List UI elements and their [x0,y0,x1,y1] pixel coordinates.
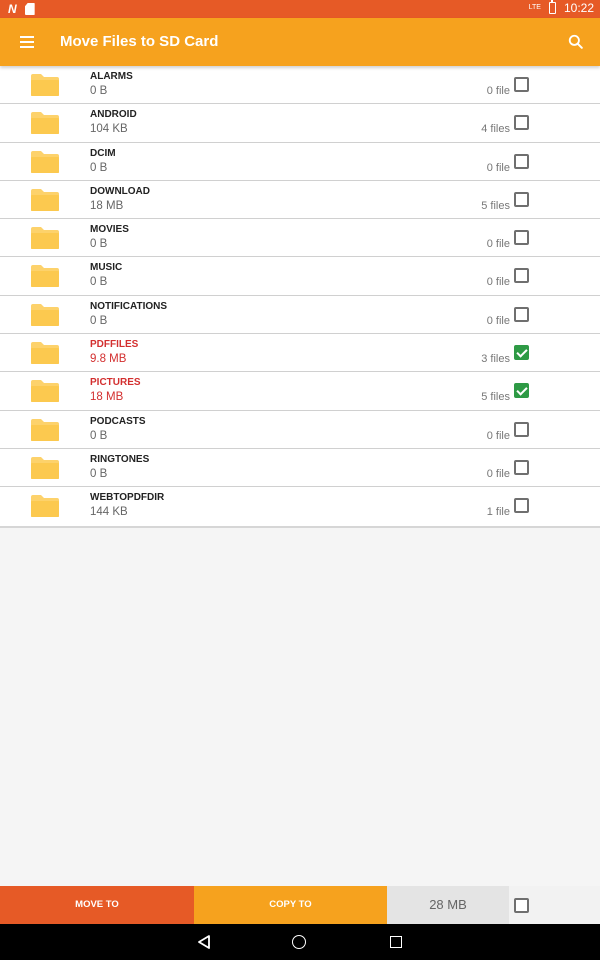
folder-size: 104 KB [90,123,128,136]
app-bar: Move Files to SD Card [0,18,600,66]
folder-icon [30,111,60,135]
folder-size: 9.8 MB [90,353,127,366]
folder-checkbox[interactable] [514,191,529,207]
folder-name: ANDROID [90,109,137,121]
folder-checkbox[interactable] [514,115,529,131]
file-count: 0 file [486,161,510,174]
file-count: 0 file [486,429,510,442]
app-title: Move Files to SD Card [60,33,219,50]
folder-checkbox[interactable] [514,498,529,514]
file-count: 0 file [486,467,510,480]
file-count: 5 files [481,199,510,212]
status-time: 10:22 [563,1,594,15]
folder-name: ALARMS [90,71,133,82]
folder-row[interactable]: PDFFILES 9.8 MB 3 files [0,334,600,373]
n-notification-icon: N [8,2,17,16]
folder-name: PODCASTS [90,415,146,427]
folder-name: DOWNLOAD [90,185,150,197]
file-count: 0 file [486,314,510,327]
home-icon[interactable] [292,935,306,949]
folder-name: RINGTONES [90,453,150,465]
system-nav-bar [0,924,600,960]
move-to-button[interactable]: MOVE TO [0,886,194,924]
folder-name: MUSIC [90,262,123,274]
folder-checkbox[interactable] [514,383,529,399]
folder-size: 0 B [90,85,108,97]
search-icon[interactable] [566,32,586,52]
folder-row[interactable]: WEBTOPDFDIR 144 KB 1 file [0,487,600,525]
file-count: 0 file [486,276,510,289]
folder-size: 18 MB [90,199,124,212]
folder-row[interactable]: ANDROID 104 KB 4 files [0,104,600,143]
file-count: 5 files [481,391,510,404]
folder-icon [30,150,60,174]
folder-name: WEBTOPDFDIR [90,492,165,504]
folder-icon [30,73,60,97]
folder-row[interactable]: RINGTONES 0 B 0 file [0,449,600,488]
folder-name: DCIM [90,147,116,159]
folder-checkbox[interactable] [514,268,529,284]
folder-name: MOVIES [90,224,129,236]
folder-icon [30,494,60,518]
file-count: 0 file [486,85,510,97]
folder-checkbox[interactable] [514,306,529,322]
folder-checkbox[interactable] [514,421,529,437]
file-count: 4 files [481,123,510,136]
folder-row[interactable]: MUSIC 0 B 0 file [0,257,600,296]
folder-icon [30,341,60,365]
file-count: 0 file [486,238,510,251]
folder-name: NOTIFICATIONS [90,300,168,312]
copy-to-button[interactable]: COPY TO [194,886,387,924]
hamburger-menu-icon[interactable] [14,31,40,53]
status-bar: N LTE 10:22 [0,0,600,18]
folder-size: 0 B [90,238,108,251]
bottom-action-bar: MOVE TO COPY TO 28 MB [0,886,600,924]
folder-size: 0 B [90,467,108,480]
folder-size: 144 KB [90,506,128,519]
folder-checkbox[interactable] [514,345,529,361]
folder-icon [30,188,60,212]
back-icon[interactable] [197,935,211,949]
folder-row[interactable]: NOTIFICATIONS 0 B 0 file [0,296,600,335]
folder-row[interactable]: PICTURES 18 MB 5 files [0,372,600,411]
folder-row[interactable]: MOVIES 0 B 0 file [0,219,600,258]
folder-size: 0 B [90,276,108,289]
folder-size: 18 MB [90,391,124,404]
folder-checkbox[interactable] [514,459,529,475]
folder-icon [30,418,60,442]
folder-name: PICTURES [90,377,141,389]
sd-card-icon [24,3,35,15]
folder-size: 0 B [90,314,108,327]
folder-icon [30,379,60,403]
file-count: 3 files [481,353,510,366]
folder-checkbox[interactable] [514,153,529,169]
file-count: 1 file [486,506,510,519]
folder-icon [30,303,60,327]
folder-icon [30,456,60,480]
folder-row[interactable]: ALARMS 0 B 0 file [0,66,600,105]
battery-icon [548,0,556,14]
folder-row[interactable]: PODCASTS 0 B 0 file [0,411,600,449]
folder-row[interactable]: DCIM 0 B 0 file [0,143,600,181]
folder-size: 0 B [90,429,108,442]
recent-apps-icon[interactable] [390,936,402,948]
folder-list: ALARMS 0 B 0 file ANDROID 104 KB 4 files DCIM 0… [0,66,600,528]
folder-row[interactable]: DOWNLOAD 18 MB 5 files [0,181,600,220]
folder-name: PDFFILES [90,339,139,351]
folder-size: 0 B [90,161,108,174]
total-size: 28 MB [387,886,509,924]
folder-checkbox[interactable] [514,77,529,92]
network-label: LTE [528,4,541,11]
folder-icon [30,226,60,250]
select-all-checkbox[interactable] [514,898,529,913]
folder-icon [30,264,60,288]
folder-checkbox[interactable] [514,230,529,246]
